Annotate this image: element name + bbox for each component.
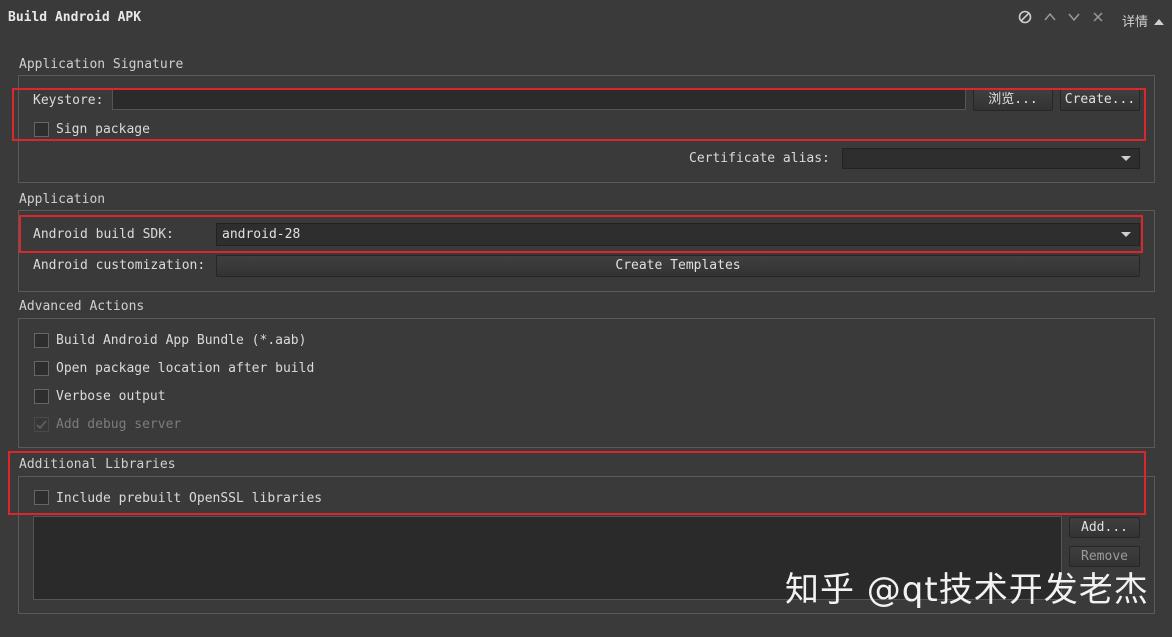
build-aab-checkbox[interactable] [34,333,49,348]
application-group-title: Application [19,192,106,207]
android-customization-label: Android customization: [33,258,206,273]
open-location-label: Open package location after build [56,361,315,376]
dropdown-arrow-icon [1121,156,1131,161]
open-location-checkbox[interactable] [34,361,49,376]
close-icon[interactable] [1091,10,1105,28]
panel-title: Build Android APK [8,10,142,25]
advanced-group-title: Advanced Actions [19,299,145,314]
build-aab-label: Build Android App Bundle (*.aab) [56,333,307,348]
debug-server-label: Add debug server [56,417,182,432]
verbose-output-checkbox[interactable] [34,389,49,404]
signature-group-title: Application Signature [19,57,184,72]
verbose-output-label: Verbose output [56,389,166,404]
debug-server-checkbox [34,417,49,432]
disable-icon[interactable] [1018,10,1032,28]
create-templates-button[interactable]: Create Templates [216,255,1140,277]
checkmark-icon [36,420,47,430]
chevron-down-icon[interactable] [1067,10,1081,28]
chevron-up-icon[interactable] [1043,10,1057,28]
add-library-button[interactable]: Add... [1069,517,1140,538]
keystore-highlight-box [12,88,1146,141]
certificate-alias-combo[interactable] [842,148,1140,169]
libraries-highlight-box [8,451,1146,515]
details-label: 详情 [1122,15,1149,30]
sdk-highlight-box [19,215,1143,253]
caret-up-icon [1154,15,1165,30]
certificate-alias-label: Certificate alias: [689,151,830,166]
details-toggle[interactable]: 详情 [1122,11,1165,30]
watermark-text: 知乎 @qt技术开发老杰 [785,570,1149,610]
